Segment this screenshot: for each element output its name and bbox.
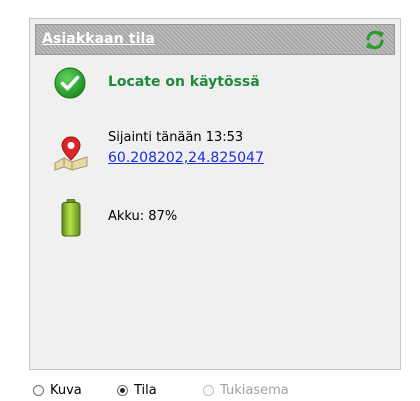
status-text: Locate on käytössä [108,74,260,90]
radio-tukiasema-circle [203,385,214,396]
panel-title-link[interactable]: Asiakkaan tila [42,31,155,47]
radio-kuva[interactable]: Kuva [33,383,82,398]
coordinates-link[interactable]: 60.208202,24.825047 [108,150,264,166]
battery-icon [60,199,82,237]
radio-kuva-circle[interactable] [33,385,44,396]
radio-tukiasema-label: Tukiasema [220,383,289,398]
location-label: Sijainti tänään 13:53 [108,130,244,145]
map-pin-icon [52,133,90,171]
radio-kuva-label: Kuva [50,383,82,398]
radio-tukiasema: Tukiasema [203,383,289,398]
battery-text: Akku: 87% [108,209,178,224]
radio-tila[interactable]: Tila [117,383,157,398]
customer-status-panel: Asiakkaan tila Locate on käytössä Sijain… [29,18,401,370]
radio-tila-label: Tila [134,383,157,398]
check-circle-icon [54,67,86,99]
panel-header: Asiakkaan tila [35,24,395,55]
view-mode-selector: Kuva Tila Tukiasema [0,372,420,401]
refresh-icon[interactable] [364,29,386,51]
radio-tila-circle[interactable] [117,385,128,396]
